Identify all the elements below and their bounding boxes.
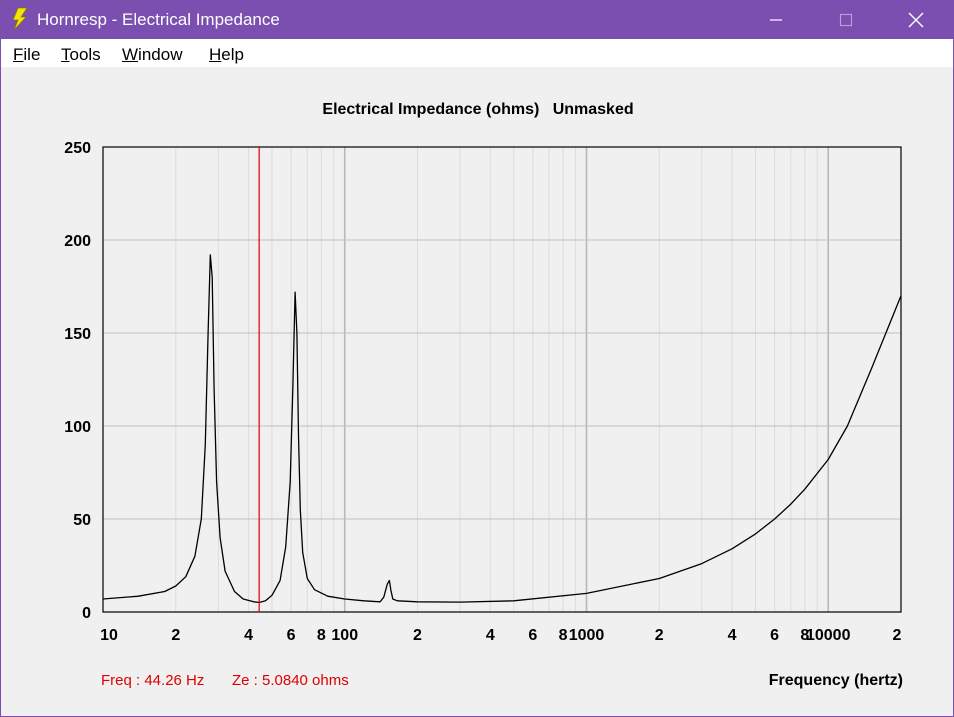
menu-tools[interactable]: Tools [61,45,101,65]
series-layer [102,254,902,604]
menu-file-mnemonic: F [13,45,24,64]
menu-file[interactable]: File [13,45,40,65]
x-tick-label: 8 [317,627,326,644]
x-tick-label: 6 [287,627,296,644]
y-tick-label: 100 [64,419,91,436]
ze-readout: Ze : 5.0840 ohms [232,672,349,689]
x-tick-label: 1000 [569,627,605,644]
window-title: Hornresp - Electrical Impedance [37,10,280,29]
menu-help-label: elp [221,45,244,64]
menu-window[interactable]: Window [122,45,182,65]
y-tick-label: 200 [64,233,91,250]
menu-tools-mnemonic: T [61,45,70,64]
chart-title: Electrical Impedance (ohms) Unmasked [322,101,633,118]
lightning-bolt-icon [12,7,28,31]
x-tick-label: 6 [770,627,779,644]
minimize-icon [770,19,782,21]
hornresp-window: Hornresp - Electrical Impedance File Too… [0,0,954,717]
y-tick-label: 0 [82,605,91,622]
plot-frame [102,146,902,613]
close-button[interactable] [893,1,939,39]
x-tick-label: 8 [559,627,568,644]
menu-tools-label: ools [69,45,101,64]
y-tick-label: 50 [73,512,91,529]
x-tick-label: 2 [893,627,902,644]
plot-area[interactable]: Electrical Impedance (ohms) Unmasked 0 50… [1,67,953,716]
x-tick-label: 4 [244,627,253,644]
maximize-icon [839,13,853,27]
y-tick-label: 150 [64,326,91,343]
x-tick-label: 4 [486,627,495,644]
x-tick-label: 6 [528,627,537,644]
x-axis-label: Frequency (hertz) [769,672,903,689]
title-bar[interactable]: Hornresp - Electrical Impedance [1,1,953,39]
impedance-curve [102,254,902,604]
x-tick-label: 10 [100,627,118,644]
menu-window-label: indow [138,45,183,64]
maximize-button[interactable] [823,1,869,39]
grid [103,147,901,612]
impedance-chart[interactable]: Electrical Impedance (ohms) Unmasked 0 50… [1,67,953,716]
x-tick-label: 2 [655,627,664,644]
menu-help[interactable]: Help [209,45,244,65]
x-tick-label: 4 [728,627,737,644]
x-tick-label: 2 [413,627,422,644]
x-axis-ticks: 10 2 4 6 8 100 2 4 6 8 1000 2 4 6 810000 2 [100,627,901,644]
minimize-button[interactable] [753,1,799,39]
freq-readout: Freq : 44.26 Hz [101,672,204,689]
y-axis-ticks: 0 50 100 150 200 250 [64,140,91,622]
x-tick-label: 100 [331,627,358,644]
menu-bar: File Tools Window Help [1,39,953,67]
x-tick-label: 10000 [806,627,851,644]
menu-help-mnemonic: H [209,45,222,64]
close-icon [908,12,924,28]
menu-window-mnemonic: W [122,45,139,64]
x-tick-label: 2 [171,627,180,644]
menu-file-label: ile [23,45,41,64]
y-tick-label: 250 [64,140,91,157]
